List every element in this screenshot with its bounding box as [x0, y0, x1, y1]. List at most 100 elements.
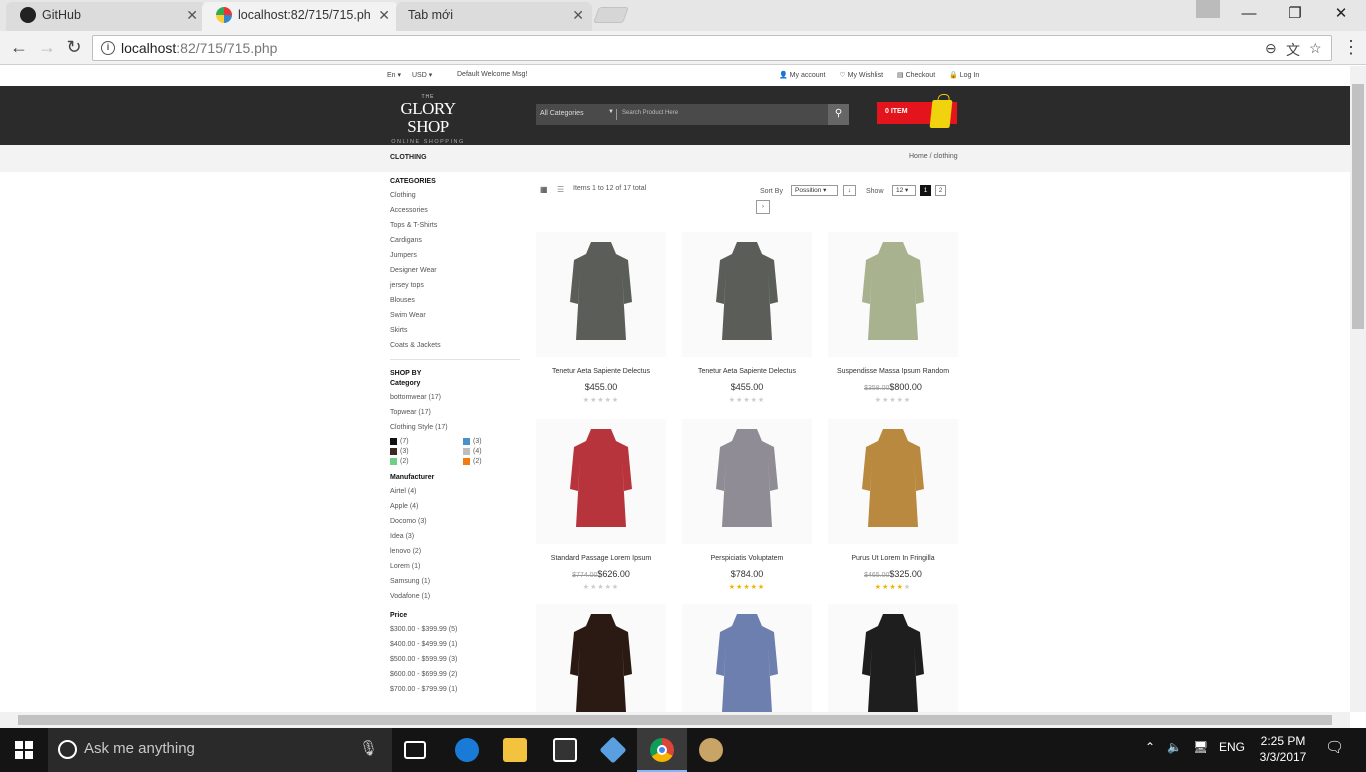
- manufacturer-filter-link[interactable]: lenovo (2): [390, 544, 520, 559]
- edge-icon[interactable]: [455, 738, 479, 762]
- product-image[interactable]: [536, 419, 666, 544]
- product-card[interactable]: [828, 604, 958, 712]
- sidebar-category-link[interactable]: jersey tops: [390, 278, 520, 293]
- sidebar-category-link[interactable]: Designer Wear: [390, 263, 520, 278]
- manufacturer-filter-link[interactable]: Docomo (3): [390, 514, 520, 529]
- close-tab-icon[interactable]: ✕: [186, 7, 198, 24]
- manufacturer-filter-link[interactable]: Apple (4): [390, 499, 520, 514]
- product-image[interactable]: [682, 232, 812, 357]
- product-card[interactable]: Tenetur Aeta Sapiente Delectus $455.00 ★★★…: [536, 232, 666, 420]
- product-image[interactable]: [828, 419, 958, 544]
- product-image[interactable]: [682, 419, 812, 544]
- reload-icon[interactable]: ↻: [63, 37, 85, 59]
- product-card[interactable]: Perspiciatis Voluptatem $784.00 ★★★★★: [682, 419, 812, 607]
- category-filter-link[interactable]: Clothing Style (17): [390, 420, 520, 435]
- color-filter[interactable]: (2): [390, 457, 409, 467]
- category-filter-link[interactable]: bottomwear (17): [390, 390, 520, 405]
- chrome-taskbar-button[interactable]: [637, 728, 687, 772]
- language-indicator[interactable]: ENG: [1219, 740, 1245, 754]
- store-icon[interactable]: [553, 738, 577, 762]
- category-filter-link[interactable]: Topwear (17): [390, 405, 520, 420]
- sidebar-category-link[interactable]: Clothing: [390, 188, 520, 203]
- breadcrumb[interactable]: Home / clothing: [909, 153, 958, 160]
- manufacturer-filter-link[interactable]: Samsung (1): [390, 574, 520, 589]
- sidebar-category-link[interactable]: Jumpers: [390, 248, 520, 263]
- site-logo[interactable]: THE GLORY SHOP ONLINE SHOPPING: [390, 94, 466, 145]
- color-filter[interactable]: (7): [390, 437, 409, 447]
- sidebar-category-link[interactable]: Accessories: [390, 203, 520, 218]
- product-name[interactable]: Perspiciatis Voluptatem: [682, 555, 812, 562]
- windows-start-icon[interactable]: [15, 741, 33, 759]
- task-view-icon[interactable]: [404, 741, 426, 759]
- manufacturer-filter-link[interactable]: Lorem (1): [390, 559, 520, 574]
- network-icon[interactable]: 🖥: [1193, 740, 1208, 754]
- translate-icon[interactable]: 文: [1286, 40, 1300, 60]
- show-select[interactable]: 12 ▾: [892, 185, 916, 196]
- sidebar-category-link[interactable]: Blouses: [390, 293, 520, 308]
- sidebar-category-link[interactable]: Skirts: [390, 323, 520, 338]
- close-tab-icon[interactable]: ✕: [572, 7, 584, 24]
- clock[interactable]: 2:25 PM 3/3/2017: [1256, 733, 1310, 765]
- microphone-icon[interactable]: 🎙: [359, 739, 378, 757]
- sidebar-category-link[interactable]: Coats & Jackets: [390, 338, 520, 353]
- sidebar-category-link[interactable]: Tops & T-Shirts: [390, 218, 520, 233]
- restore-icon[interactable]: ❐: [1272, 0, 1318, 30]
- product-image[interactable]: [536, 604, 666, 712]
- search-input[interactable]: Search Product Here: [622, 110, 678, 116]
- app-cube-icon[interactable]: [599, 736, 627, 764]
- manufacturer-filter-link[interactable]: Idea (3): [390, 529, 520, 544]
- language-select[interactable]: En ▾: [387, 71, 401, 79]
- product-name[interactable]: Tenetur Aeta Sapiente Delectus: [682, 368, 812, 375]
- product-image[interactable]: [536, 232, 666, 357]
- product-card[interactable]: Standard Passage Lorem Ipsum $774.00$626.…: [536, 419, 666, 607]
- menu-icon[interactable]: ⋮: [1340, 37, 1362, 59]
- info-icon[interactable]: i: [101, 41, 115, 55]
- horizontal-scrollbar[interactable]: [0, 712, 1350, 728]
- product-image[interactable]: [828, 232, 958, 357]
- price-filter-link[interactable]: $400.00 - $499.99 (1): [390, 637, 520, 652]
- close-window-icon[interactable]: ✕: [1318, 0, 1364, 30]
- bookmark-star-icon[interactable]: ☆: [1309, 40, 1322, 57]
- minimize-icon[interactable]: —: [1226, 0, 1272, 30]
- address-bar[interactable]: i localhost:82/715/715.php ⊖ 文 ☆: [92, 35, 1332, 61]
- manufacturer-filter-link[interactable]: Vodafone (1): [390, 589, 520, 604]
- product-card[interactable]: Suspendisse Massa Ipsum Random $358.00$80…: [828, 232, 958, 420]
- back-icon[interactable]: ←: [8, 37, 30, 59]
- price-filter-link[interactable]: $300.00 - $399.99 (5): [390, 622, 520, 637]
- paint-icon[interactable]: [699, 738, 723, 762]
- price-filter-link[interactable]: $600.00 - $699.99 (2): [390, 667, 520, 682]
- page-1-button[interactable]: 1: [920, 185, 931, 196]
- wishlist-link[interactable]: ♡ My Wishlist: [839, 72, 889, 79]
- tab-new[interactable]: Tab mới ✕: [396, 0, 592, 31]
- grid-view-icon[interactable]: ▦: [540, 185, 548, 194]
- next-page-button[interactable]: ›: [756, 200, 770, 214]
- volume-icon[interactable]: 🔈: [1167, 740, 1182, 754]
- category-select[interactable]: All Categories: [540, 110, 584, 117]
- product-card[interactable]: [682, 604, 812, 712]
- product-name[interactable]: Tenetur Aeta Sapiente Delectus: [536, 368, 666, 375]
- cortana-search[interactable]: Ask me anything 🎙: [48, 728, 392, 772]
- price-filter-link[interactable]: $700.00 - $799.99 (1): [390, 682, 520, 697]
- forward-icon[interactable]: →: [36, 37, 58, 59]
- new-tab-button[interactable]: [593, 7, 629, 23]
- product-name[interactable]: Standard Passage Lorem Ipsum: [536, 555, 666, 562]
- tab-localhost[interactable]: localhost:82/715/715.php ✕: [202, 0, 398, 31]
- login-link[interactable]: 🔒 Log In: [949, 72, 985, 79]
- vertical-scrollbar[interactable]: [1350, 66, 1366, 712]
- price-filter-link[interactable]: $500.00 - $599.99 (3): [390, 652, 520, 667]
- currency-select[interactable]: USD ▾: [412, 71, 432, 79]
- notifications-icon[interactable]: 🗨: [1325, 738, 1344, 756]
- product-image[interactable]: [682, 604, 812, 712]
- color-filter[interactable]: (3): [390, 447, 409, 457]
- product-name[interactable]: Purus Ut Lorem In Fringilla: [828, 555, 958, 562]
- search-icon[interactable]: ⚲: [828, 104, 849, 125]
- my-account-link[interactable]: 👤 My account: [779, 72, 831, 79]
- sidebar-category-link[interactable]: Swim Wear: [390, 308, 520, 323]
- color-filter[interactable]: (3): [463, 437, 482, 447]
- color-filter[interactable]: (4): [463, 447, 482, 457]
- product-card[interactable]: Purus Ut Lorem In Fringilla $465.00$325.0…: [828, 419, 958, 607]
- product-image[interactable]: [828, 604, 958, 712]
- product-name[interactable]: Suspendisse Massa Ipsum Random: [828, 368, 958, 375]
- page-2-button[interactable]: 2: [935, 185, 946, 196]
- color-filter[interactable]: (2): [463, 457, 482, 467]
